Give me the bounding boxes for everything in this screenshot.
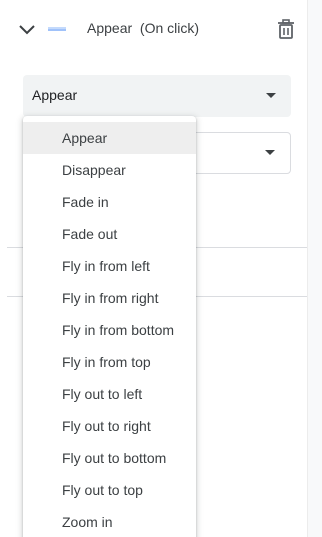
menu-item[interactable]: Fly out to right — [23, 410, 196, 442]
animation-type-select[interactable]: Appear — [23, 75, 291, 117]
menu-item[interactable]: Fly out to bottom — [23, 442, 196, 474]
animations-panel: Appear (On click) Appear Appear Disappear… — [0, 0, 322, 537]
menu-item[interactable]: Fly in from left — [23, 250, 196, 282]
animation-type-value: Appear — [32, 87, 78, 103]
animation-header: Appear (On click) — [0, 0, 308, 58]
menu-item[interactable]: Fly in from bottom — [23, 314, 196, 346]
menu-item[interactable]: Fade in — [23, 186, 196, 218]
menu-item[interactable]: Disappear — [23, 154, 196, 186]
menu-item[interactable]: Fly out to left — [23, 378, 196, 410]
scrollbar[interactable] — [307, 0, 322, 537]
animation-title: Appear (On click) — [87, 20, 200, 36]
trash-icon[interactable] — [276, 19, 296, 39]
animation-thumb-icon — [48, 27, 66, 31]
menu-item[interactable]: Fly in from top — [23, 346, 196, 378]
menu-item[interactable]: Fly out to top — [23, 474, 196, 506]
menu-item[interactable]: Zoom in — [23, 506, 196, 537]
animation-type-menu: Appear Disappear Fade in Fade out Fly in fro… — [23, 116, 196, 537]
caret-down-icon — [265, 150, 275, 155]
chevron-down-icon[interactable] — [17, 21, 37, 37]
menu-item[interactable]: Appear — [23, 122, 196, 154]
menu-item[interactable]: Fly in from right — [23, 282, 196, 314]
caret-down-icon — [266, 93, 276, 98]
menu-item[interactable]: Fade out — [23, 218, 196, 250]
